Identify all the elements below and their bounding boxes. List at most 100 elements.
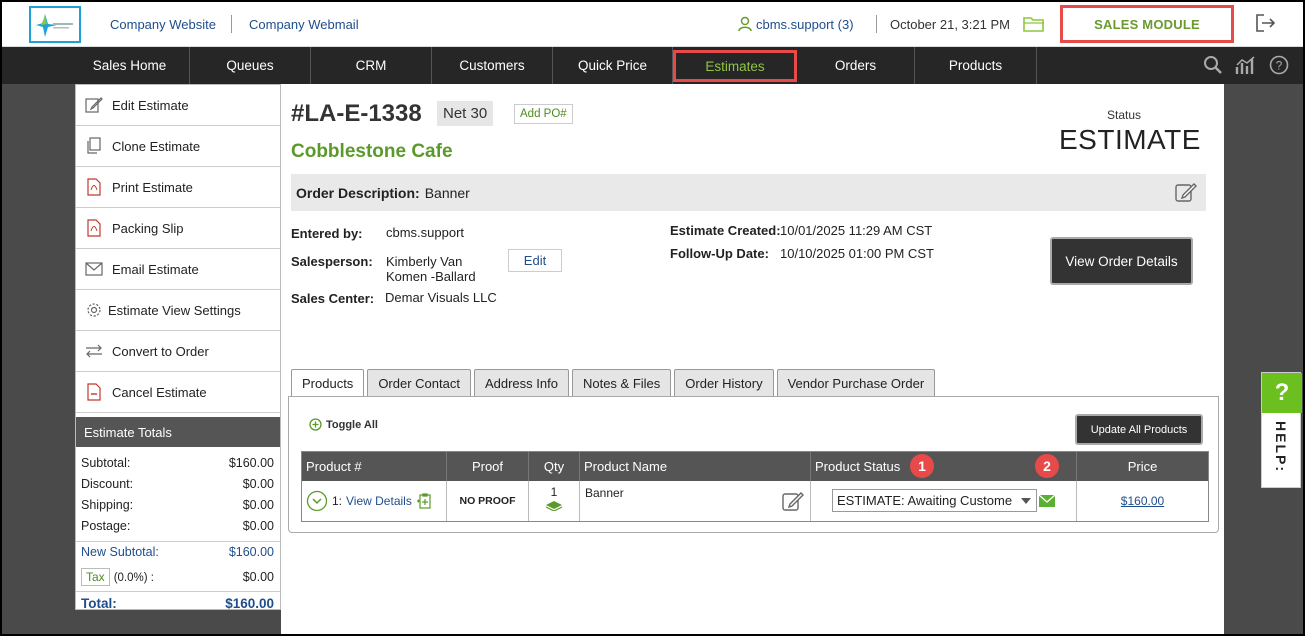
total-row: Total: $160.00 [76, 591, 280, 615]
folder-icon[interactable] [1023, 15, 1045, 36]
new-subtotal-label: New Subtotal: [81, 545, 159, 559]
discount-label: Discount: [81, 476, 134, 491]
estimate-tabs: Products Order Contact Address Info Note… [291, 369, 936, 397]
nav-products[interactable]: Products [915, 47, 1037, 84]
product-status-cell: ESTIMATE: Awaiting Custome [811, 481, 1077, 521]
main-nav: Sales Home Queues CRM Customers Quick Pr… [0, 47, 1305, 84]
estimate-created-label: Estimate Created: [670, 223, 781, 238]
view-details-link[interactable]: View Details [346, 494, 412, 508]
estimate-actions-sidebar: Edit Estimate Clone Estimate Print Estim… [75, 84, 281, 611]
products-table: Product # Proof Qty Product Name Product… [301, 451, 1209, 522]
cancel-estimate-button[interactable]: Cancel Estimate [76, 372, 280, 413]
gear-icon [84, 302, 104, 318]
tax-value: $0.00 [242, 569, 274, 584]
edit-product-icon[interactable] [781, 489, 805, 513]
callout-badge-2: 2 [1035, 454, 1059, 478]
help-label: HELP: [1273, 421, 1289, 473]
add-po-button[interactable]: Add PO# [514, 104, 573, 124]
customer-name[interactable]: Cobblestone Cafe [291, 141, 453, 163]
toggle-all-label: Toggle All [326, 418, 378, 431]
qty-cell: 1 [529, 481, 580, 521]
tab-vendor-purchase-order[interactable]: Vendor Purchase Order [776, 369, 936, 396]
subtotal-label: Subtotal: [81, 455, 131, 470]
divider [876, 15, 877, 33]
update-all-products-button[interactable]: Update All Products [1075, 414, 1203, 445]
qty-value: 1 [550, 485, 558, 499]
company-webmail-link[interactable]: Company Webmail [249, 17, 359, 32]
print-estimate-label: Print Estimate [112, 179, 193, 195]
svg-text:?: ? [1276, 59, 1283, 73]
shipping-value: $0.00 [242, 497, 274, 512]
nav-quick-price[interactable]: Quick Price [553, 47, 673, 84]
estimate-totals: Subtotal: $160.00 Discount: $0.00 Shipping… [76, 447, 280, 615]
user-menu[interactable]: cbms.support (3) [737, 16, 854, 32]
clone-estimate-button[interactable]: Clone Estimate [76, 126, 280, 167]
col-price: Price [1127, 459, 1158, 474]
edit-estimate-label: Edit Estimate [112, 97, 189, 113]
table-row: 1: View Details NO PROOF 1 Banner ESTIMA… [302, 481, 1208, 521]
nav-estimates[interactable]: Estimates [673, 50, 797, 82]
convert-to-order-button[interactable]: Convert to Order [76, 331, 280, 372]
company-website-link[interactable]: Company Website [110, 17, 216, 32]
edit-salesperson-button[interactable]: Edit [508, 249, 562, 272]
col-product-name: Product Name [580, 452, 811, 481]
postage-row: Postage: $0.00 [76, 515, 280, 536]
company-logo[interactable] [29, 6, 81, 43]
help-tab[interactable]: ? HELP: [1261, 372, 1302, 488]
col-product-status: Product Status 1 2 [811, 452, 1077, 481]
packing-slip-button[interactable]: Packing Slip [76, 208, 280, 249]
nav-orders[interactable]: Orders [797, 47, 915, 84]
total-label: Total: [81, 596, 117, 611]
total-value: $160.00 [225, 596, 274, 611]
tab-order-history[interactable]: Order History [674, 369, 774, 396]
nav-sales-home[interactable]: Sales Home [70, 47, 190, 84]
clipboard-add-icon[interactable] [416, 492, 432, 510]
postage-value: $0.00 [242, 518, 274, 533]
order-description-bar: Order Description: Banner [291, 174, 1206, 211]
price-link[interactable]: $160.00 [1121, 494, 1164, 508]
tab-order-contact[interactable]: Order Contact [367, 369, 471, 396]
help-circle-icon[interactable]: ? [1269, 55, 1289, 75]
product-status-select[interactable]: ESTIMATE: Awaiting Custome [832, 489, 1037, 512]
search-icon[interactable] [1203, 55, 1223, 75]
product-number-cell: 1: View Details [302, 481, 447, 521]
divider [231, 15, 232, 33]
logout-icon[interactable] [1255, 13, 1277, 36]
user-icon [738, 16, 752, 32]
entered-by-label: Entered by: [291, 226, 363, 241]
estimate-status: ESTIMATE [1059, 124, 1201, 155]
order-description-value: Banner [424, 184, 470, 201]
tax-button[interactable]: Tax [81, 567, 110, 586]
nav-customers[interactable]: Customers [432, 47, 553, 84]
payment-terms-badge: Net 30 [437, 101, 494, 126]
packing-slip-label: Packing Slip [112, 220, 184, 236]
estimate-view-settings-button[interactable]: Estimate View Settings [76, 290, 280, 331]
entered-by-value: cbms.support [386, 225, 465, 240]
tab-address-info[interactable]: Address Info [473, 369, 569, 396]
envelope-icon [84, 262, 104, 276]
email-estimate-button[interactable]: Email Estimate [76, 249, 280, 290]
email-status-icon[interactable] [1039, 495, 1055, 507]
salesperson-line-1: Kimberly Van [386, 254, 463, 269]
status-label: Status [1107, 108, 1142, 122]
new-subtotal-value: $160.00 [228, 545, 274, 559]
analytics-icon[interactable] [1235, 55, 1257, 75]
follow-up-value: 10/10/2025 01:00 PM CST [780, 246, 934, 261]
edit-description-icon[interactable] [1174, 180, 1198, 207]
toggle-all-button[interactable]: Toggle All [309, 418, 378, 431]
tab-notes-files[interactable]: Notes & Files [571, 369, 672, 396]
nav-crm[interactable]: CRM [311, 47, 432, 84]
edit-icon [84, 96, 104, 114]
nav-queues[interactable]: Queues [190, 47, 311, 84]
product-line-number: 1: [332, 494, 343, 508]
edit-estimate-button[interactable]: Edit Estimate [76, 85, 280, 126]
estimate-number: #LA-E-1338 [291, 100, 422, 127]
view-order-details-button[interactable]: View Order Details [1050, 237, 1193, 285]
tab-products[interactable]: Products [291, 369, 365, 397]
col-product-status-label: Product Status [815, 459, 901, 474]
expand-chevron-icon[interactable] [306, 490, 328, 512]
print-estimate-button[interactable]: Print Estimate [76, 167, 280, 208]
pdf-icon [84, 178, 104, 196]
postage-label: Postage: [81, 518, 131, 533]
sales-module-button[interactable]: SALES MODULE [1060, 5, 1234, 43]
